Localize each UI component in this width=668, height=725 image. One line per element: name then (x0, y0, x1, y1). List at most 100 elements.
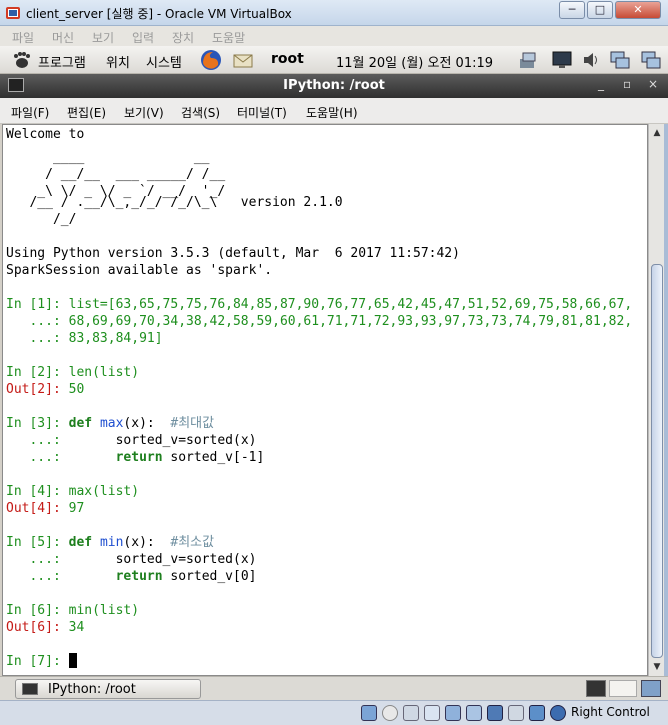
code: max(list) (68, 484, 140, 499)
vbox-menu-help[interactable]: 도움말 (212, 29, 245, 46)
network-monitor-icon[interactable] (609, 49, 631, 71)
clock[interactable]: 11월 20일 (월) 오전 01:19 (336, 52, 493, 71)
places-menu[interactable]: 위치 (106, 52, 130, 71)
output-value: 97 (68, 501, 85, 516)
term-menu-help[interactable]: 도움말(H) (306, 104, 358, 121)
virtualbox-icon (6, 7, 20, 19)
return-keyword: return (115, 450, 163, 465)
scroll-up-arrow-icon[interactable]: ▲ (650, 126, 664, 140)
return-keyword: return (115, 569, 163, 584)
in-prompt: In [2]: (6, 365, 69, 380)
spark-logo-line: /__ / .__/\_,_/_/ /_/\_\ version 2.1.0 (6, 195, 343, 210)
scrollbar-thumb[interactable] (651, 264, 663, 658)
vbox-menu-view[interactable]: 보기 (92, 29, 114, 46)
spark-logo-line: /_/ (6, 212, 77, 227)
def-keyword: def (68, 416, 93, 431)
vbox-menu-file[interactable]: 파일 (12, 29, 34, 46)
taskbar-window-label: IPython: /root (48, 682, 136, 697)
output-value: 50 (68, 382, 85, 397)
shared-folder-icon[interactable] (466, 705, 482, 721)
trash-icon[interactable] (641, 680, 661, 697)
terminal-minimize-button[interactable]: _ (598, 77, 604, 91)
usb-icon[interactable] (445, 705, 461, 721)
system-menu[interactable]: 시스템 (146, 52, 182, 71)
term-menu-view[interactable]: 보기(V) (124, 104, 164, 121)
input-cell-continuation: ...: 83,83,84,91] (6, 330, 163, 347)
term-menu-edit[interactable]: 편집(E) (67, 104, 106, 121)
minimize-button[interactable]: ─ (559, 1, 585, 19)
desktop-edge (664, 124, 668, 676)
code: sorted_v=sorted(x) (115, 433, 257, 448)
signature: (x): (123, 535, 155, 550)
vbox-menu-input[interactable]: 입력 (132, 29, 154, 46)
maximize-button[interactable]: □ (587, 1, 613, 19)
gnome-bottom-panel: IPython: /root (0, 676, 668, 700)
code: sorted_v[-1] (170, 450, 265, 465)
comment: #최대값 (170, 416, 215, 431)
vbox-window-title: client_server [실행 중] - Oracle VM Virtual… (26, 7, 292, 21)
continuation-prompt: ...: (6, 569, 69, 584)
out-prompt: Out[4]: (6, 501, 69, 516)
harddisk-icon[interactable] (361, 705, 377, 721)
host-key-label: Right Control (571, 705, 650, 719)
input-cell-active[interactable]: In [7]: (6, 653, 77, 670)
terminal-close-button[interactable]: × (648, 77, 658, 91)
vbox-menu-devices[interactable]: 장치 (172, 29, 194, 46)
terminal-title: IPython: /root (283, 78, 385, 93)
term-menu-terminal[interactable]: 터미널(T) (237, 104, 287, 121)
output-cell: Out[2]: 50 (6, 381, 84, 398)
input-cell: In [4]: max(list) (6, 483, 139, 500)
comment: #최소값 (170, 535, 215, 550)
display-icon[interactable] (551, 49, 573, 71)
code: sorted_v[0] (170, 569, 257, 584)
display-icon[interactable] (487, 705, 503, 721)
terminal-icon[interactable] (586, 680, 606, 697)
mouse-integration-icon[interactable] (550, 705, 566, 721)
output-value: 34 (68, 620, 85, 635)
close-button[interactable]: ✕ (615, 1, 661, 19)
user-name: root (271, 51, 304, 67)
gnome-foot-icon[interactable] (10, 49, 32, 71)
audio-icon[interactable] (403, 705, 419, 721)
scroll-down-arrow-icon[interactable]: ▼ (650, 660, 664, 674)
function-name: min (99, 535, 124, 550)
input-cell-continuation: ...: 68,69,69,70,34,38,42,58,59,60,61,71… (6, 313, 632, 330)
terminal-output[interactable]: Welcome to ____ __ / __/__ ___ _____/ /_… (2, 124, 648, 676)
terminal-scrollbar[interactable]: ▲ ▼ (648, 124, 664, 676)
input-cell: In [6]: min(list) (6, 602, 139, 619)
code: list=[63,65,75,75,76,84,85,87,90,76,77,6… (68, 297, 633, 312)
cpu-icon[interactable] (529, 705, 545, 721)
in-prompt: In [6]: (6, 603, 69, 618)
in-prompt: In [1]: (6, 297, 69, 312)
in-prompt: In [7]: (6, 654, 69, 669)
term-menu-file[interactable]: 파일(F) (11, 104, 49, 121)
taskbar-window-button[interactable]: IPython: /root (15, 679, 201, 699)
mail-icon[interactable] (232, 49, 254, 71)
applications-menu[interactable]: 프로그램 (38, 52, 86, 71)
input-cell: In [5]: def min(x): #최소값 (6, 534, 214, 551)
vbox-statusbar: Right Control (0, 700, 668, 725)
network-icon[interactable] (424, 705, 440, 721)
firefox-icon[interactable] (200, 49, 222, 71)
video-capture-icon[interactable] (508, 705, 524, 721)
in-prompt: In [3]: (6, 416, 69, 431)
output-cell: Out[4]: 97 (6, 500, 84, 517)
continuation-prompt: ...: (6, 314, 69, 329)
network-monitor-icon-2[interactable] (640, 49, 662, 71)
python-version-line: Using Python version 3.5.3 (default, Mar… (6, 246, 460, 261)
out-prompt: Out[2]: (6, 382, 69, 397)
def-keyword: def (68, 535, 93, 550)
welcome-line: Welcome to (6, 127, 85, 142)
input-cell: In [3]: def max(x): #최대값 (6, 415, 214, 432)
terminal-icon (22, 683, 38, 695)
workspace-switcher[interactable] (609, 680, 637, 697)
vbox-menu-machine[interactable]: 머신 (52, 29, 74, 46)
term-menu-search[interactable]: 검색(S) (181, 104, 220, 121)
network-icon[interactable] (517, 49, 539, 71)
volume-icon[interactable] (580, 49, 602, 71)
input-cell-continuation: ...: return sorted_v[0] (6, 568, 256, 585)
input-cell-continuation: ...: return sorted_v[-1] (6, 449, 264, 466)
terminal-maximize-button[interactable]: ▫ (623, 77, 631, 91)
optical-drive-icon[interactable] (382, 705, 398, 721)
code: 83,83,84,91] (68, 331, 163, 346)
